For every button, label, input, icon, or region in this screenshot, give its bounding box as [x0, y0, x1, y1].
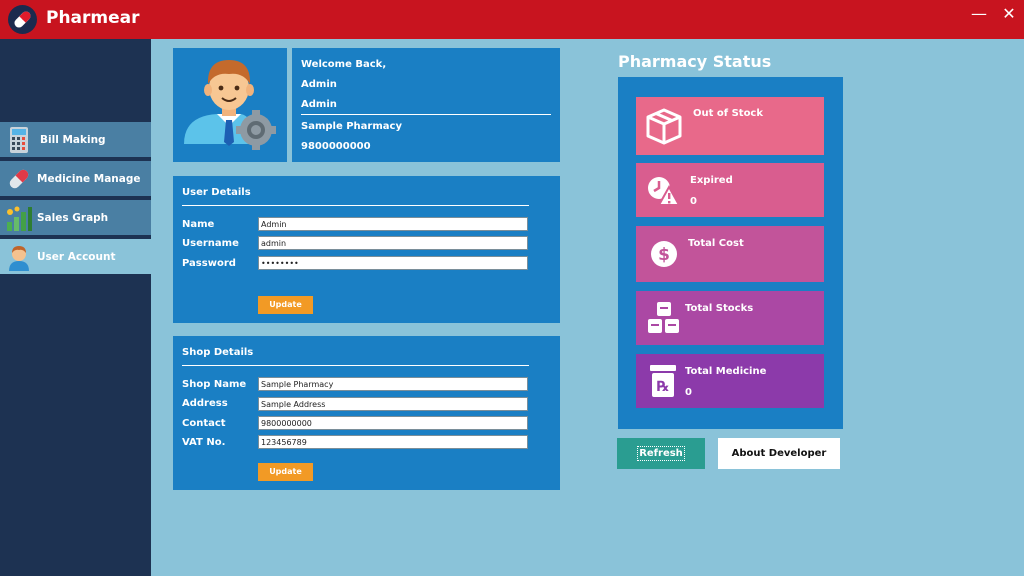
profile-phone: 9800000000 — [301, 141, 371, 152]
svg-text:$: $ — [658, 245, 670, 265]
divider — [182, 365, 529, 366]
sidebar-item-user-account[interactable]: User Account — [0, 239, 151, 274]
user-details-title: User Details — [182, 187, 251, 198]
address-field[interactable] — [258, 397, 528, 411]
shop-details-panel: Shop Details Shop Name Address Contact V… — [173, 336, 560, 490]
welcome-text: Welcome Back, — [301, 59, 387, 70]
total-stocks-card: Total Stocks — [636, 291, 824, 345]
pharmacy-status-title: Pharmacy Status — [618, 52, 772, 71]
divider — [301, 114, 551, 115]
card-value: 0 — [685, 387, 692, 398]
sidebar-item-label: Sales Graph — [37, 212, 109, 224]
app-logo-icon — [8, 5, 37, 34]
out-of-stock-card: Out of Stock — [636, 97, 824, 155]
refresh-button[interactable]: Refresh — [617, 438, 705, 469]
card-label: Out of Stock — [693, 108, 764, 119]
profile-role: Admin — [301, 99, 337, 110]
card-label: Total Medicine — [685, 366, 767, 377]
minimize-button[interactable]: — — [968, 3, 990, 25]
contact-field[interactable] — [258, 416, 528, 430]
update-shop-button[interactable]: Update — [258, 463, 313, 481]
username-field[interactable] — [258, 236, 528, 250]
box-icon — [644, 106, 684, 149]
expired-card: Expired 0 — [636, 163, 824, 217]
user-details-panel: User Details Name Username Password Upda… — [173, 176, 560, 323]
sidebar-item-label: Medicine Manage — [37, 173, 141, 185]
sidebar-item-sales-graph[interactable]: Sales Graph — [0, 200, 151, 235]
refresh-label: Refresh — [637, 446, 685, 461]
card-label: Expired — [690, 175, 733, 186]
password-label: Password — [182, 258, 236, 269]
username-label: Username — [182, 238, 239, 249]
admin-avatar-icon — [179, 54, 279, 158]
pill-icon — [5, 165, 33, 193]
user-icon — [5, 243, 33, 271]
shop-name-label: Shop Name — [182, 379, 247, 390]
password-field[interactable] — [258, 256, 528, 270]
contact-label: Contact — [182, 418, 226, 429]
profile-avatar-panel — [173, 48, 287, 162]
app-title: Pharmear — [46, 8, 140, 28]
svg-text:℞: ℞ — [657, 379, 670, 395]
sidebar-item-label: Bill Making — [40, 134, 106, 146]
name-field[interactable] — [258, 217, 528, 231]
shop-details-title: Shop Details — [182, 347, 254, 358]
card-value: 0 — [690, 196, 697, 207]
total-cost-card: $ Total Cost — [636, 226, 824, 282]
sidebar: Bill Making Medicine Manage Sales Graph … — [0, 39, 151, 576]
vat-field[interactable] — [258, 435, 528, 449]
update-user-button[interactable]: Update — [258, 296, 313, 314]
profile-info-panel: Welcome Back, Admin Admin Sample Pharmac… — [292, 48, 560, 162]
expired-warning-icon — [646, 175, 681, 210]
profile-shop-name: Sample Pharmacy — [301, 121, 402, 132]
sidebar-item-label: User Account — [37, 251, 116, 263]
sidebar-item-medicine-manage[interactable]: Medicine Manage — [0, 161, 151, 196]
shop-name-field[interactable] — [258, 377, 528, 391]
bar-chart-icon — [5, 204, 33, 232]
calculator-icon — [5, 126, 33, 154]
address-label: Address — [182, 398, 228, 409]
name-label: Name — [182, 219, 215, 230]
title-bar: Pharmear — ✕ — [0, 0, 1024, 39]
vat-label: VAT No. — [182, 437, 226, 448]
about-developer-button[interactable]: About Developer — [718, 438, 840, 469]
profile-name: Admin — [301, 79, 337, 90]
dollar-icon: $ — [650, 240, 678, 271]
card-label: Total Stocks — [685, 303, 754, 314]
divider — [182, 205, 529, 206]
total-medicine-card: ℞ Total Medicine 0 — [636, 354, 824, 408]
card-label: Total Cost — [688, 238, 744, 249]
stacked-boxes-icon — [647, 301, 681, 338]
rx-bottle-icon: ℞ — [648, 364, 678, 401]
close-button[interactable]: ✕ — [998, 3, 1020, 25]
pharmacy-status-panel: Out of Stock Expired 0 $ Total Cost Tota… — [618, 77, 843, 429]
sidebar-item-bill-making[interactable]: Bill Making — [0, 122, 151, 157]
